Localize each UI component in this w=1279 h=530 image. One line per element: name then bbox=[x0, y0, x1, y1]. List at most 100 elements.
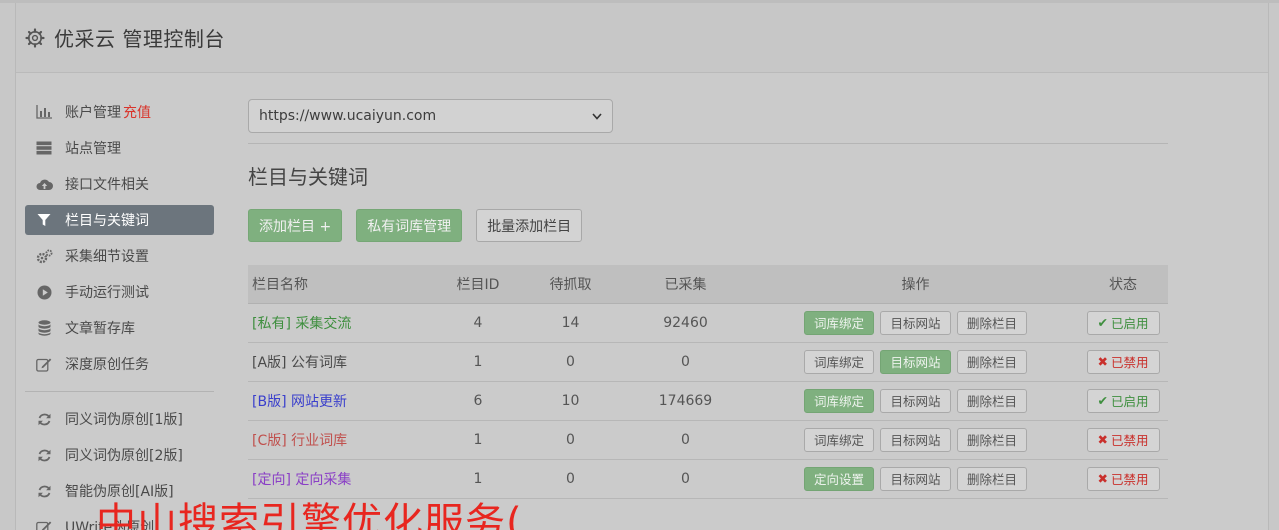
header-collected: 已采集 bbox=[618, 265, 753, 304]
sidebar-item-account[interactable]: 账户管理 充值 bbox=[25, 97, 214, 127]
delete-column-button[interactable]: 删除栏目 bbox=[956, 349, 1027, 374]
column-name-link[interactable]: 定向采集 bbox=[295, 472, 351, 488]
status-cell: ✔ 已启用 bbox=[1078, 303, 1168, 343]
status-badge[interactable]: ✖ 已禁用 bbox=[1086, 466, 1160, 491]
sidebar-item-collect-settings[interactable]: 采集细节设置 bbox=[25, 241, 214, 271]
site-select[interactable]: https://www.ucaiyun.com bbox=[248, 99, 613, 133]
target-site-button[interactable]: 目标网站 bbox=[880, 388, 951, 413]
console-frame: 优采云 管理控制台 账户管理 充值 站点管理 接口文件相关 栏目与关键词 采集细… bbox=[15, 3, 1269, 530]
directed-settings-button[interactable]: 定向设置 bbox=[804, 466, 875, 491]
pending-count[interactable]: 0 bbox=[523, 342, 618, 382]
column-name-cell: [定向] 定向采集 bbox=[248, 459, 433, 499]
filter-icon bbox=[35, 211, 53, 229]
lib-bind-button[interactable]: 词库绑定 bbox=[804, 427, 875, 452]
collected-count: 0 bbox=[618, 342, 753, 382]
status-cell: ✖ 已禁用 bbox=[1078, 420, 1168, 460]
pending-count[interactable]: 0 bbox=[523, 459, 618, 499]
column-name-link[interactable]: 采集交流 bbox=[295, 316, 351, 332]
table-row: [定向] 定向采集 1 0 0 定向设置 目标网站 删除栏目 ✖ 已禁用 bbox=[248, 459, 1168, 499]
sidebar-item-interface-files[interactable]: 接口文件相关 bbox=[25, 169, 214, 199]
lib-bind-button[interactable]: 词库绑定 bbox=[804, 349, 875, 374]
delete-column-button[interactable]: 删除栏目 bbox=[956, 466, 1027, 491]
cloud-upload-icon bbox=[35, 175, 53, 193]
status-badge[interactable]: ✖ 已禁用 bbox=[1086, 349, 1160, 374]
private-lib-button[interactable]: 私有词库管理 bbox=[356, 209, 463, 242]
column-id: 4 bbox=[433, 303, 523, 343]
operations-cell: 词库绑定 目标网站 删除栏目 bbox=[753, 303, 1078, 343]
status-badge[interactable]: ✔ 已启用 bbox=[1086, 310, 1160, 335]
refresh-icon bbox=[35, 410, 53, 428]
column-name-link[interactable]: 公有词库 bbox=[291, 355, 347, 371]
sidebar-item-label: 同义词伪原创[1版] bbox=[65, 412, 183, 428]
target-site-button[interactable]: 目标网站 bbox=[880, 466, 951, 491]
pending-count[interactable]: 0 bbox=[523, 420, 618, 460]
status-label: 已启用 bbox=[1110, 316, 1149, 331]
status-badge[interactable]: ✔ 已启用 bbox=[1086, 388, 1160, 413]
page-header: 优采云 管理控制台 bbox=[16, 3, 1268, 73]
status-label: 已禁用 bbox=[1110, 433, 1149, 448]
recharge-link[interactable]: 充值 bbox=[123, 102, 151, 122]
sidebar-item-label: 深度原创任务 bbox=[65, 357, 149, 373]
sidebar-item-sites[interactable]: 站点管理 bbox=[25, 133, 214, 163]
sidebar-item-manual-run[interactable]: 手动运行测试 bbox=[25, 277, 214, 307]
column-tag: [A版] bbox=[252, 354, 287, 371]
delete-column-button[interactable]: 删除栏目 bbox=[956, 427, 1027, 452]
lib-bind-button[interactable]: 词库绑定 bbox=[804, 388, 875, 413]
close-icon: ✖ bbox=[1097, 354, 1108, 369]
sidebar-item-label: 采集细节设置 bbox=[65, 249, 149, 265]
target-site-button[interactable]: 目标网站 bbox=[880, 310, 951, 335]
target-site-button[interactable]: 目标网站 bbox=[880, 349, 951, 374]
sidebar-item-article-storage[interactable]: 文章暂存库 bbox=[25, 313, 214, 343]
add-column-button[interactable]: 添加栏目 + bbox=[248, 209, 343, 242]
sidebar-item-label: 文章暂存库 bbox=[65, 321, 135, 337]
column-id: 6 bbox=[433, 381, 523, 421]
action-buttons: 添加栏目 + 私有词库管理 批量添加栏目 bbox=[248, 209, 1170, 242]
section-title: 栏目与关键词 bbox=[248, 165, 368, 189]
table-header-row: 栏目名称 栏目ID 待抓取 已采集 操作 状态 bbox=[248, 265, 1168, 304]
sidebar-item-label: 接口文件相关 bbox=[65, 177, 149, 193]
operations-cell: 词库绑定 目标网站 删除栏目 bbox=[753, 381, 1078, 421]
gear-icon bbox=[24, 27, 46, 49]
pending-count[interactable]: 10 bbox=[523, 381, 618, 421]
column-tag: [C版] bbox=[252, 432, 287, 449]
operations-cell: 定向设置 目标网站 删除栏目 bbox=[753, 459, 1078, 499]
server-icon bbox=[35, 139, 53, 157]
delete-column-button[interactable]: 删除栏目 bbox=[956, 388, 1027, 413]
columns-table: 栏目名称 栏目ID 待抓取 已采集 操作 状态 [私有] 采集交流 4 14 9… bbox=[248, 265, 1168, 499]
chevron-down-icon bbox=[592, 108, 602, 124]
collected-count: 0 bbox=[618, 459, 753, 499]
pending-count[interactable]: 14 bbox=[523, 303, 618, 343]
sidebar-item-synonym-v1[interactable]: 同义词伪原创[1版] bbox=[25, 404, 214, 434]
sidebar-item-label: 同义词伪原创[2版] bbox=[65, 448, 183, 464]
column-tag: [B版] bbox=[252, 393, 287, 410]
column-name-link[interactable]: 网站更新 bbox=[291, 394, 347, 410]
edit-icon bbox=[35, 518, 53, 530]
header-pending: 待抓取 bbox=[523, 265, 618, 304]
sidebar: 账户管理 充值 站点管理 接口文件相关 栏目与关键词 采集细节设置 手动运行测试… bbox=[25, 97, 214, 530]
status-label: 已禁用 bbox=[1110, 472, 1149, 487]
status-badge[interactable]: ✖ 已禁用 bbox=[1086, 427, 1160, 452]
header-status: 状态 bbox=[1078, 265, 1168, 304]
overlay-caption: 中山搜索引擎优化服务( bbox=[96, 500, 523, 530]
delete-column-button[interactable]: 删除栏目 bbox=[956, 310, 1027, 335]
column-id: 1 bbox=[433, 459, 523, 499]
sidebar-item-deep-original[interactable]: 深度原创任务 bbox=[25, 349, 214, 379]
header-operations: 操作 bbox=[753, 265, 1078, 304]
table-row: [私有] 采集交流 4 14 92460 词库绑定 目标网站 删除栏目 ✔ 已启… bbox=[248, 303, 1168, 343]
column-id: 1 bbox=[433, 420, 523, 460]
status-cell: ✔ 已启用 bbox=[1078, 381, 1168, 421]
target-site-button[interactable]: 目标网站 bbox=[880, 427, 951, 452]
site-select-value: https://www.ucaiyun.com bbox=[259, 108, 437, 124]
collected-count: 92460 bbox=[618, 303, 753, 343]
table-row: [C版] 行业词库 1 0 0 词库绑定 目标网站 删除栏目 ✖ 已禁用 bbox=[248, 420, 1168, 460]
sidebar-item-columns-keywords[interactable]: 栏目与关键词 bbox=[25, 205, 214, 235]
close-icon: ✖ bbox=[1097, 432, 1108, 447]
column-name-link[interactable]: 行业词库 bbox=[291, 433, 347, 449]
batch-add-button[interactable]: 批量添加栏目 bbox=[476, 209, 583, 242]
database-icon bbox=[35, 319, 53, 337]
lib-bind-button[interactable]: 词库绑定 bbox=[804, 310, 875, 335]
bar-chart-icon bbox=[35, 103, 53, 121]
header-column-name: 栏目名称 bbox=[248, 265, 433, 304]
sidebar-item-synonym-v2[interactable]: 同义词伪原创[2版] bbox=[25, 440, 214, 470]
column-name-cell: [A版] 公有词库 bbox=[248, 342, 433, 382]
